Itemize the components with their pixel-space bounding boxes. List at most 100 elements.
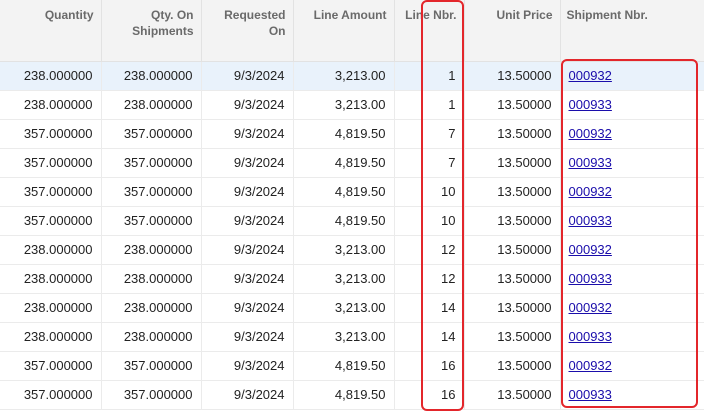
- cell-qty-on-shipments: 357.000000: [101, 351, 202, 381]
- column-header-line-amount[interactable]: Line Amount: [293, 0, 395, 62]
- column-header-shipment-nbr[interactable]: Shipment Nbr.: [560, 0, 704, 62]
- cell-shipment-nbr: 000932: [560, 235, 704, 265]
- cell-qty-on-shipments: 357.000000: [101, 206, 202, 236]
- table-row[interactable]: 238.000000 238.000000 9/3/2024 3,213.00 14 13…: [0, 293, 704, 323]
- cell-requested-on: 9/3/2024: [201, 380, 294, 410]
- cell-quantity: 357.000000: [0, 177, 102, 207]
- cell-line-amount: 4,819.50: [293, 351, 395, 381]
- cell-qty-on-shipments: 238.000000: [101, 90, 202, 120]
- cell-qty-on-shipments: 357.000000: [101, 177, 202, 207]
- cell-line-nbr: 7: [394, 148, 465, 178]
- cell-requested-on: 9/3/2024: [201, 206, 294, 236]
- table-row[interactable]: 357.000000 357.000000 9/3/2024 4,819.50 16 13…: [0, 351, 704, 381]
- cell-line-nbr: 10: [394, 177, 465, 207]
- cell-unit-price: 13.50000: [464, 322, 561, 352]
- grid-body: 238.000000 238.000000 9/3/2024 3,213.00 1 13.…: [0, 61, 704, 410]
- cell-line-amount: 4,819.50: [293, 380, 395, 410]
- cell-qty-on-shipments: 238.000000: [101, 264, 202, 294]
- table-row[interactable]: 357.000000 357.000000 9/3/2024 4,819.50 16 13…: [0, 380, 704, 410]
- column-header-quantity[interactable]: Quantity: [0, 0, 102, 62]
- cell-unit-price: 13.50000: [464, 119, 561, 149]
- cell-requested-on: 9/3/2024: [201, 293, 294, 323]
- cell-unit-price: 13.50000: [464, 351, 561, 381]
- cell-requested-on: 9/3/2024: [201, 322, 294, 352]
- column-header-requested-on[interactable]: Requested On: [201, 0, 294, 62]
- column-header-line-nbr[interactable]: Line Nbr.: [394, 0, 465, 62]
- shipment-nbr-link[interactable]: 000932: [569, 68, 612, 83]
- shipment-nbr-link[interactable]: 000933: [569, 329, 612, 344]
- cell-shipment-nbr: 000933: [560, 380, 704, 410]
- table-row[interactable]: 238.000000 238.000000 9/3/2024 3,213.00 12 13…: [0, 235, 704, 265]
- cell-shipment-nbr: 000932: [560, 293, 704, 323]
- cell-shipment-nbr: 000932: [560, 119, 704, 149]
- cell-line-nbr: 1: [394, 90, 465, 120]
- table-row[interactable]: 357.000000 357.000000 9/3/2024 4,819.50 7 13.…: [0, 148, 704, 178]
- shipment-nbr-link[interactable]: 000932: [569, 300, 612, 315]
- cell-qty-on-shipments: 357.000000: [101, 148, 202, 178]
- column-header-qty-on-shipments[interactable]: Qty. On Shipments: [101, 0, 202, 62]
- shipment-nbr-link[interactable]: 000933: [569, 387, 612, 402]
- cell-line-amount: 3,213.00: [293, 61, 395, 91]
- cell-quantity: 238.000000: [0, 61, 102, 91]
- cell-quantity: 357.000000: [0, 119, 102, 149]
- cell-quantity: 357.000000: [0, 206, 102, 236]
- cell-unit-price: 13.50000: [464, 61, 561, 91]
- cell-line-nbr: 16: [394, 380, 465, 410]
- table-row[interactable]: 238.000000 238.000000 9/3/2024 3,213.00 1 13.…: [0, 61, 704, 91]
- cell-requested-on: 9/3/2024: [201, 148, 294, 178]
- cell-unit-price: 13.50000: [464, 90, 561, 120]
- cell-quantity: 238.000000: [0, 264, 102, 294]
- cell-line-nbr: 14: [394, 322, 465, 352]
- cell-quantity: 238.000000: [0, 235, 102, 265]
- cell-qty-on-shipments: 357.000000: [101, 119, 202, 149]
- cell-line-nbr: 1: [394, 61, 465, 91]
- cell-line-nbr: 16: [394, 351, 465, 381]
- cell-unit-price: 13.50000: [464, 264, 561, 294]
- cell-line-nbr: 14: [394, 293, 465, 323]
- table-row[interactable]: 238.000000 238.000000 9/3/2024 3,213.00 12 13…: [0, 264, 704, 294]
- column-header-unit-price[interactable]: Unit Price: [464, 0, 561, 62]
- cell-unit-price: 13.50000: [464, 148, 561, 178]
- shipment-nbr-link[interactable]: 000933: [569, 155, 612, 170]
- cell-unit-price: 13.50000: [464, 380, 561, 410]
- cell-line-amount: 4,819.50: [293, 148, 395, 178]
- cell-qty-on-shipments: 238.000000: [101, 61, 202, 91]
- cell-unit-price: 13.50000: [464, 235, 561, 265]
- shipment-nbr-link[interactable]: 000932: [569, 358, 612, 373]
- table-row[interactable]: 357.000000 357.000000 9/3/2024 4,819.50 10 13…: [0, 177, 704, 207]
- sales-order-lines-table: Quantity Qty. On Shipments Requested On Lin…: [0, 0, 704, 410]
- cell-line-amount: 3,213.00: [293, 293, 395, 323]
- cell-qty-on-shipments: 238.000000: [101, 293, 202, 323]
- table-row[interactable]: 357.000000 357.000000 9/3/2024 4,819.50 7 13.…: [0, 119, 704, 149]
- cell-shipment-nbr: 000933: [560, 322, 704, 352]
- cell-quantity: 357.000000: [0, 351, 102, 381]
- cell-shipment-nbr: 000932: [560, 177, 704, 207]
- shipment-nbr-link[interactable]: 000933: [569, 271, 612, 286]
- cell-unit-price: 13.50000: [464, 177, 561, 207]
- shipment-nbr-link[interactable]: 000933: [569, 213, 612, 228]
- cell-line-amount: 4,819.50: [293, 206, 395, 236]
- cell-line-amount: 3,213.00: [293, 235, 395, 265]
- shipment-nbr-link[interactable]: 000932: [569, 242, 612, 257]
- shipment-nbr-link[interactable]: 000932: [569, 126, 612, 141]
- cell-line-amount: 4,819.50: [293, 177, 395, 207]
- cell-qty-on-shipments: 357.000000: [101, 380, 202, 410]
- cell-requested-on: 9/3/2024: [201, 351, 294, 381]
- cell-unit-price: 13.50000: [464, 293, 561, 323]
- cell-requested-on: 9/3/2024: [201, 61, 294, 91]
- cell-qty-on-shipments: 238.000000: [101, 322, 202, 352]
- table-row[interactable]: 238.000000 238.000000 9/3/2024 3,213.00 1 13.…: [0, 90, 704, 120]
- cell-quantity: 357.000000: [0, 148, 102, 178]
- cell-requested-on: 9/3/2024: [201, 235, 294, 265]
- shipment-nbr-link[interactable]: 000932: [569, 184, 612, 199]
- cell-requested-on: 9/3/2024: [201, 264, 294, 294]
- cell-shipment-nbr: 000933: [560, 206, 704, 236]
- cell-shipment-nbr: 000933: [560, 90, 704, 120]
- cell-shipment-nbr: 000932: [560, 351, 704, 381]
- header-row: Quantity Qty. On Shipments Requested On Lin…: [0, 0, 704, 62]
- table-row[interactable]: 238.000000 238.000000 9/3/2024 3,213.00 14 13…: [0, 322, 704, 352]
- shipment-nbr-link[interactable]: 000933: [569, 97, 612, 112]
- cell-requested-on: 9/3/2024: [201, 119, 294, 149]
- shipment-details-grid: Quantity Qty. On Shipments Requested On Lin…: [0, 0, 704, 415]
- table-row[interactable]: 357.000000 357.000000 9/3/2024 4,819.50 10 13…: [0, 206, 704, 236]
